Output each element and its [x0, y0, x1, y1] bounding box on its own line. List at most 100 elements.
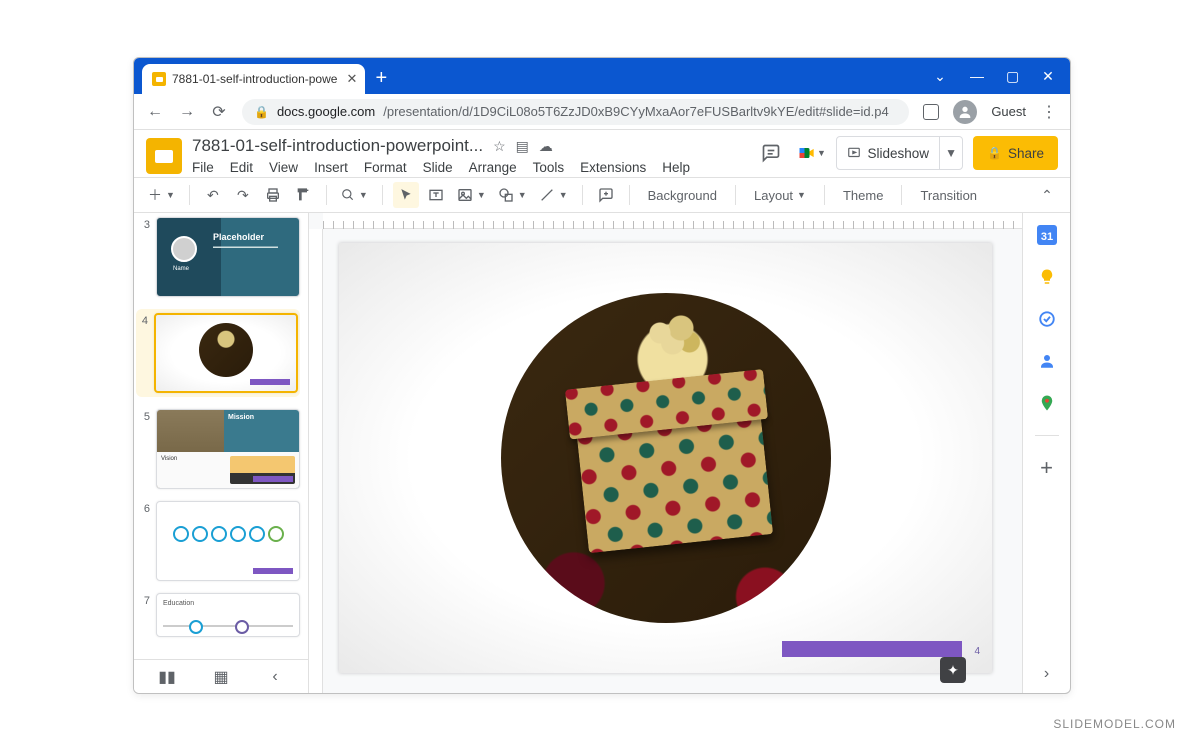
- profile-avatar-icon[interactable]: [953, 100, 977, 124]
- menu-view[interactable]: View: [269, 160, 298, 175]
- tasks-icon[interactable]: [1037, 309, 1057, 329]
- window-minimize-icon[interactable]: —: [970, 68, 982, 84]
- docs-header: 7881-01-self-introduction-powerpoint... …: [134, 130, 1070, 177]
- share-button[interactable]: 🔒 Share: [973, 136, 1058, 170]
- tab-close-icon[interactable]: ✕: [347, 71, 358, 87]
- explore-button[interactable]: ✦: [940, 657, 966, 683]
- nav-back-icon[interactable]: ←: [146, 103, 164, 121]
- slide-thumbnail-selected[interactable]: 4: [136, 309, 300, 397]
- slideshow-label: Slideshow: [867, 146, 929, 161]
- line-tool-button[interactable]: ▼: [535, 182, 572, 208]
- toolbar-collapse-icon[interactable]: ⌃: [1034, 182, 1060, 208]
- share-label: Share: [1008, 146, 1044, 161]
- tab-title: 7881-01-self-introduction-powe: [172, 72, 337, 86]
- slide-thumbnail[interactable]: 3 Placeholder ▬▬▬▬▬▬▬▬▬▬▬▬▬ Name: [138, 217, 300, 297]
- theme-button[interactable]: Theme: [835, 182, 891, 208]
- slideshow-button[interactable]: Slideshow ▼: [836, 136, 963, 170]
- filmstrip-view-icon[interactable]: ▮▮: [153, 667, 181, 687]
- grid-view-icon[interactable]: ▦: [207, 667, 235, 687]
- layout-button[interactable]: Layout▼: [746, 182, 814, 208]
- meet-icon[interactable]: ▼: [796, 138, 826, 168]
- slide-thumbnail[interactable]: 5 Mission Vision: [138, 409, 300, 489]
- print-button[interactable]: [260, 182, 286, 208]
- contacts-icon[interactable]: [1037, 351, 1057, 371]
- menu-help[interactable]: Help: [662, 160, 690, 175]
- profile-label[interactable]: Guest: [991, 104, 1026, 119]
- keep-icon[interactable]: [1037, 267, 1057, 287]
- slideshow-dropdown-icon[interactable]: ▼: [940, 146, 962, 160]
- shape-tool-button[interactable]: ▼: [494, 182, 531, 208]
- url-path: /presentation/d/1D9CiL08o5T6ZzJD0xB9CYyM…: [383, 104, 888, 119]
- menu-file[interactable]: File: [192, 160, 214, 175]
- lock-icon: 🔒: [254, 105, 269, 119]
- zoom-button[interactable]: ▼: [337, 182, 372, 208]
- url-input[interactable]: 🔒 docs.google.com/presentation/d/1D9CiL0…: [242, 99, 909, 125]
- new-slide-button[interactable]: ＋▼: [144, 182, 179, 208]
- url-host: docs.google.com: [277, 104, 375, 119]
- slide-stage[interactable]: 4: [339, 243, 992, 673]
- slide-canvas[interactable]: 4 ✦: [309, 213, 1022, 693]
- slide-page-number: 4: [974, 646, 980, 657]
- window-controls: ⌄ — ▢ ✕: [934, 58, 1064, 94]
- paint-format-button[interactable]: [290, 182, 316, 208]
- image-tool-button[interactable]: ▼: [453, 182, 490, 208]
- slide-number: 6: [138, 501, 150, 581]
- addons-icon[interactable]: +: [1037, 458, 1057, 478]
- comments-icon[interactable]: [756, 138, 786, 168]
- svg-text:31: 31: [1040, 231, 1052, 243]
- browser-tab[interactable]: 7881-01-self-introduction-powe ✕: [142, 64, 365, 94]
- slide-number: 4: [136, 313, 148, 393]
- undo-button[interactable]: ↶: [200, 182, 226, 208]
- move-icon[interactable]: ▤: [516, 138, 529, 155]
- collapse-filmstrip-icon[interactable]: ‹: [261, 668, 289, 686]
- slide-number: 3: [138, 217, 150, 297]
- browser-titlebar: 7881-01-self-introduction-powe ✕ + ⌄ — ▢…: [134, 58, 1070, 94]
- share-lock-icon: 🔒: [987, 146, 1002, 160]
- menu-insert[interactable]: Insert: [314, 160, 348, 175]
- filmstrip-footer: ▮▮ ▦ ‹: [134, 659, 308, 693]
- menu-extensions[interactable]: Extensions: [580, 160, 646, 175]
- cloud-status-icon[interactable]: ☁: [539, 138, 553, 155]
- menu-format[interactable]: Format: [364, 160, 407, 175]
- document-title[interactable]: 7881-01-self-introduction-powerpoint...: [192, 136, 483, 156]
- textbox-tool-button[interactable]: [423, 182, 449, 208]
- filmstrip: 3 Placeholder ▬▬▬▬▬▬▬▬▬▬▬▬▬ Name 4 5: [134, 213, 309, 693]
- slides-logo-icon[interactable]: [146, 138, 182, 174]
- comment-tool-button[interactable]: [593, 182, 619, 208]
- slide-thumbnail[interactable]: 6: [138, 501, 300, 581]
- browser-address-bar: ← → ⟳ 🔒 docs.google.com/presentation/d/1…: [134, 94, 1070, 130]
- ruler-horizontal: [323, 213, 1022, 229]
- toolbar: ＋▼ ↶ ↷ ▼ ▼ ▼ ▼: [134, 177, 1070, 213]
- ruler-vertical: [309, 229, 323, 693]
- menu-edit[interactable]: Edit: [230, 160, 253, 175]
- attribution-label: SLIDEMODEL.COM: [1053, 717, 1176, 731]
- slide-number: 5: [138, 409, 150, 489]
- menu-bar: File Edit View Insert Format Slide Arran…: [192, 158, 746, 177]
- redo-button[interactable]: ↷: [230, 182, 256, 208]
- slide-thumbnail[interactable]: 7 Education: [138, 593, 300, 637]
- browser-window: 7881-01-self-introduction-powe ✕ + ⌄ — ▢…: [133, 57, 1071, 694]
- slide-image-gift[interactable]: [501, 293, 831, 623]
- work-area: 3 Placeholder ▬▬▬▬▬▬▬▬▬▬▬▬▬ Name 4 5: [134, 213, 1070, 693]
- transition-button[interactable]: Transition: [912, 182, 985, 208]
- window-chevron-icon[interactable]: ⌄: [934, 68, 946, 85]
- star-icon[interactable]: ☆: [493, 138, 506, 155]
- maps-icon[interactable]: [1037, 393, 1057, 413]
- window-maximize-icon[interactable]: ▢: [1006, 68, 1018, 85]
- nav-reload-icon[interactable]: ⟳: [210, 102, 228, 122]
- extensions-icon[interactable]: [923, 104, 939, 120]
- sidepanel-collapse-icon[interactable]: ›: [1044, 665, 1049, 683]
- calendar-icon[interactable]: 31: [1037, 225, 1057, 245]
- menu-tools[interactable]: Tools: [533, 160, 565, 175]
- side-panel: 31 + ›: [1022, 213, 1070, 693]
- slide-number: 7: [138, 593, 150, 637]
- select-tool-button[interactable]: [393, 182, 419, 208]
- slide-accent-bar[interactable]: [782, 641, 962, 657]
- menu-slide[interactable]: Slide: [423, 160, 453, 175]
- browser-menu-icon[interactable]: ⋮: [1040, 102, 1058, 122]
- new-tab-button[interactable]: +: [375, 66, 387, 90]
- window-close-icon[interactable]: ✕: [1042, 68, 1054, 85]
- menu-arrange[interactable]: Arrange: [469, 160, 517, 175]
- nav-forward-icon[interactable]: →: [178, 103, 196, 121]
- background-button[interactable]: Background: [640, 182, 725, 208]
